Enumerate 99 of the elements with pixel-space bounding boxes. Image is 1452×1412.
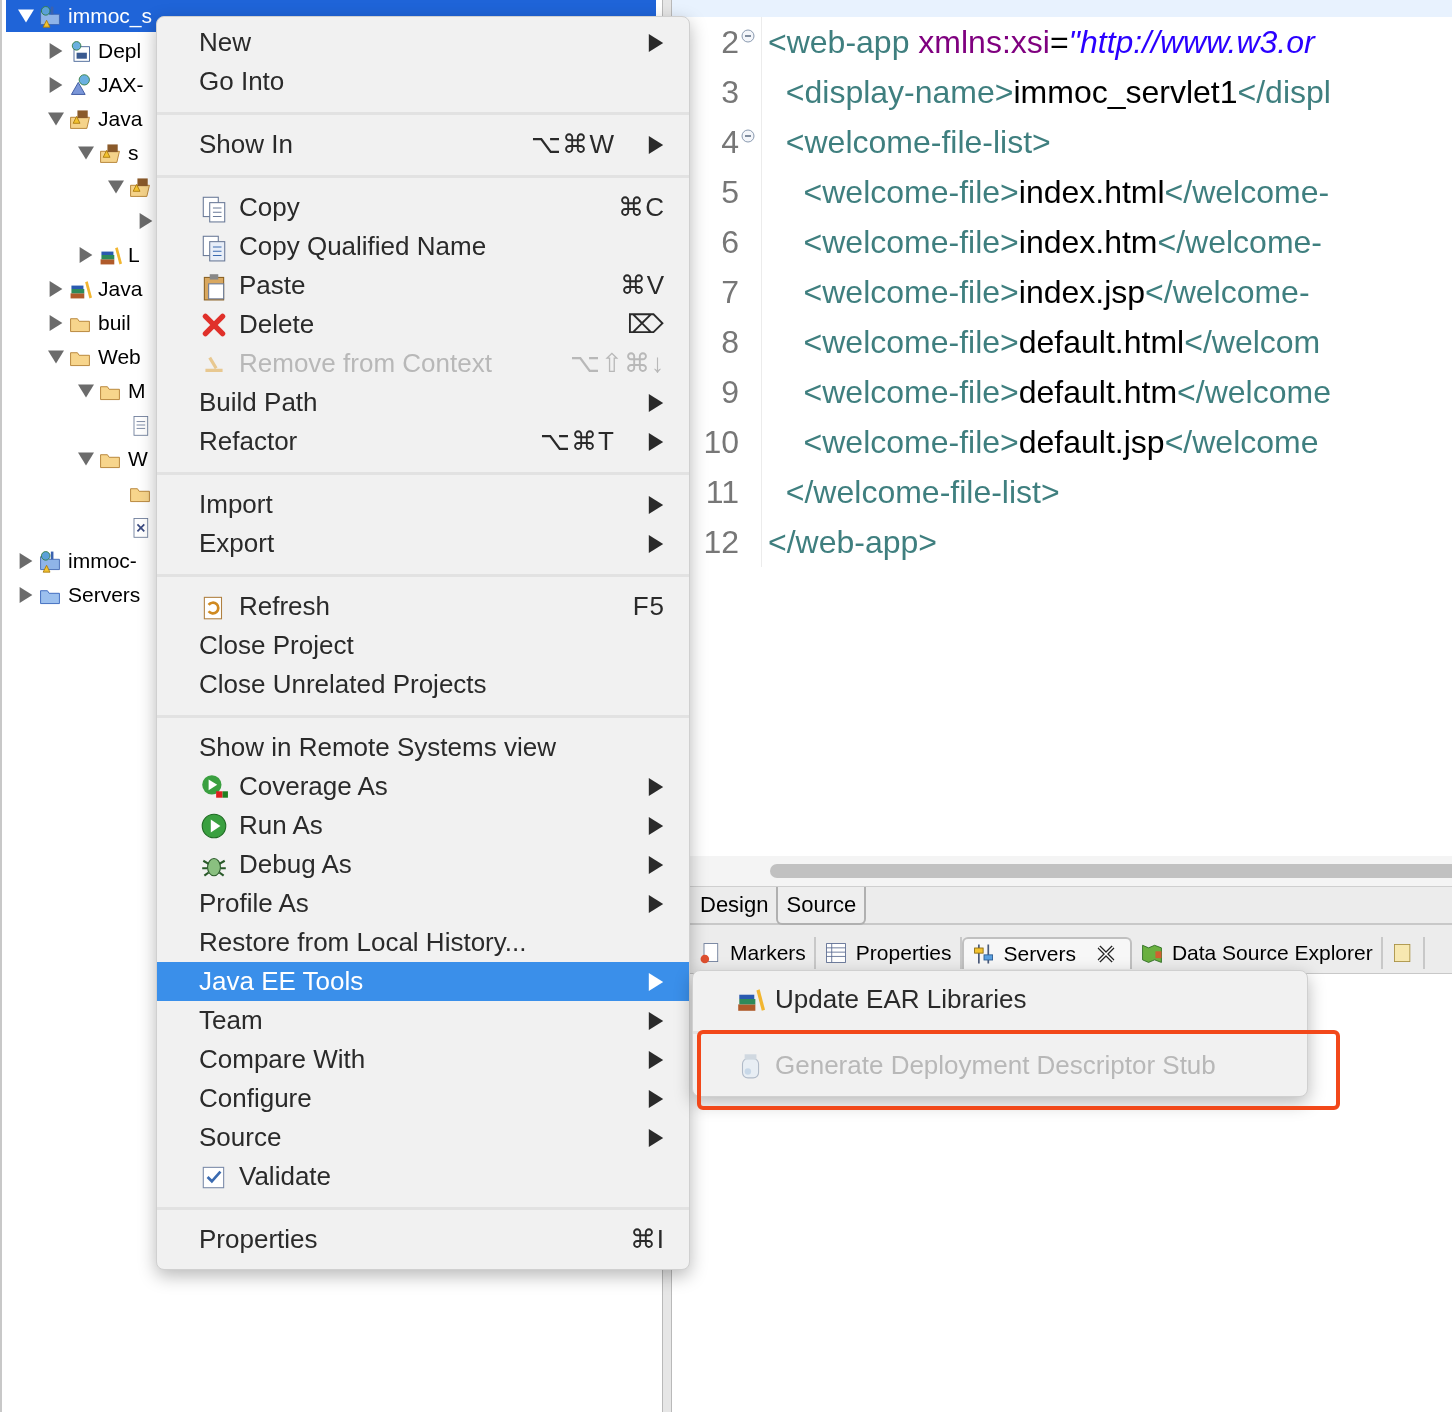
globe-folder-icon: [38, 549, 62, 573]
menu-item[interactable]: Validate: [157, 1157, 689, 1196]
line-number: 9: [721, 373, 739, 411]
editor-tab[interactable]: Source: [776, 887, 867, 925]
code-line: <welcome-file>default.jsp</welcome: [802, 423, 1319, 461]
line-number: 6: [721, 223, 739, 261]
globe-folder-icon: [38, 4, 62, 28]
line-number: 7: [721, 273, 739, 311]
disclosure-triangle-icon[interactable]: [78, 145, 94, 161]
menu-item[interactable]: Export: [157, 524, 689, 563]
menu-item[interactable]: Source: [157, 1118, 689, 1157]
shortcut-label: ⌥⌘T: [540, 426, 615, 457]
menu-item[interactable]: Show in Remote Systems view: [157, 728, 689, 767]
tree-item[interactable]: Servers: [18, 578, 141, 612]
shortcut-label: ⌘C: [618, 192, 665, 223]
disclosure-triangle-icon[interactable]: [48, 43, 64, 59]
line-number: 11: [705, 473, 739, 511]
menu-item[interactable]: Debug As: [157, 845, 689, 884]
disclosure-triangle-icon[interactable]: [48, 315, 64, 331]
disclosure-triangle-icon[interactable]: [18, 587, 34, 603]
menu-item[interactable]: New: [157, 23, 689, 62]
menu-item[interactable]: Refactor ⌥⌘T: [157, 422, 689, 461]
editor-tab[interactable]: Design: [692, 887, 777, 923]
menu-item[interactable]: Import: [157, 485, 689, 524]
code-line: </welcome-file-list>: [784, 473, 1060, 511]
code-line: <welcome-file>index.htm</welcome-: [802, 223, 1322, 261]
globe-bell-icon: [68, 73, 92, 97]
line-number: 12: [703, 523, 739, 561]
menu-item[interactable]: Copy ⌘C: [157, 188, 689, 227]
fold-icon[interactable]: [741, 29, 755, 43]
line-number: 8: [721, 323, 739, 361]
code-line: <display-name>immoc_servlet1</displ: [784, 73, 1331, 111]
menu-item[interactable]: Update EAR Libraries: [693, 977, 1307, 1021]
menu-item[interactable]: Configure: [157, 1079, 689, 1118]
disclosure-triangle-icon[interactable]: [18, 553, 34, 569]
menu-item[interactable]: Restore from Local History...: [157, 923, 689, 962]
package-folder-icon: [128, 175, 152, 199]
tree-item[interactable]: L: [78, 238, 140, 272]
disclosure-triangle-icon[interactable]: [48, 111, 64, 127]
code-line: <welcome-file-list>: [784, 123, 1051, 161]
line-number: 2: [721, 23, 739, 61]
shortcut-label: ⌦: [627, 309, 665, 340]
table-icon: [823, 941, 848, 965]
menu-item[interactable]: Run As: [157, 806, 689, 845]
code-line: </web-app>: [768, 523, 937, 561]
panel-tab[interactable]: Servers: [961, 937, 1132, 969]
shortcut-label: ⌘V: [619, 270, 665, 301]
package-folder-icon: [98, 141, 122, 165]
line-number: 10: [703, 423, 739, 461]
line-number: 5: [721, 173, 739, 211]
menu-item[interactable]: Profile As: [157, 884, 689, 923]
tree-item[interactable]: Web: [48, 340, 141, 374]
fold-icon[interactable]: [741, 129, 755, 143]
shortcut-label: ⌥⌘W: [531, 129, 615, 160]
code-line: <welcome-file>index.html</welcome-: [802, 173, 1330, 211]
menu-item[interactable]: Coverage As: [157, 767, 689, 806]
menu-item[interactable]: Paste ⌘V: [157, 266, 689, 305]
disclosure-triangle-icon[interactable]: [78, 247, 94, 263]
disclosure-triangle-icon[interactable]: [48, 281, 64, 297]
code-line: <welcome-file>default.htm</welcome: [802, 373, 1331, 411]
tree-item[interactable]: buil: [48, 306, 131, 340]
menu-item[interactable]: Close Project: [157, 626, 689, 665]
disclosure-triangle-icon[interactable]: [138, 213, 154, 229]
menu-item[interactable]: Delete ⌦: [157, 305, 689, 344]
tree-item[interactable]: immoc-: [18, 544, 137, 578]
tree-item[interactable]: Java: [48, 102, 143, 136]
menu-item[interactable]: Go Into: [157, 62, 689, 101]
shortcut-label: F5: [632, 591, 665, 622]
menu-item[interactable]: Team: [157, 1001, 689, 1040]
line-number: 3: [721, 73, 739, 111]
close-icon[interactable]: [1095, 944, 1116, 964]
line-number: 4: [721, 123, 739, 161]
tree-item[interactable]: s: [78, 136, 139, 170]
disclosure-triangle-icon[interactable]: [78, 451, 94, 467]
menu-item[interactable]: Refresh F5: [157, 587, 689, 626]
sliders-icon: [971, 942, 996, 966]
menu-item[interactable]: Properties ⌘I: [157, 1220, 689, 1259]
scrollbar-thumb[interactable]: [770, 864, 1452, 878]
tree-item[interactable]: M: [78, 374, 146, 408]
menu-item[interactable]: Copy Qualified Name: [157, 227, 689, 266]
package-folder-icon: [68, 107, 92, 131]
disclosure-triangle-icon[interactable]: [108, 179, 124, 195]
menu-item[interactable]: Show In ⌥⌘W: [157, 125, 689, 164]
disclosure-triangle-icon[interactable]: [48, 77, 64, 93]
tree-item[interactable]: Java: [48, 272, 143, 306]
shortcut-label: ⌥⇧⌘↓: [570, 348, 665, 379]
disclosure-triangle-icon[interactable]: [78, 383, 94, 399]
tree-item[interactable]: W: [78, 442, 148, 476]
code-line: <web-app xmlns:xsi="http://www.w3.or: [768, 23, 1315, 61]
menu-item[interactable]: Compare With: [157, 1040, 689, 1079]
disclosure-triangle-icon[interactable]: [18, 8, 34, 24]
menu-item[interactable]: Build Path: [157, 383, 689, 422]
code-line: <welcome-file>default.html</welcom: [802, 323, 1321, 361]
tree-item[interactable]: Depl: [48, 34, 142, 68]
tree-item[interactable]: JAX-: [48, 68, 144, 102]
menu-item[interactable]: Close Unrelated Projects: [157, 665, 689, 704]
disclosure-triangle-icon[interactable]: [48, 349, 64, 365]
code-line: <welcome-file>index.jsp</welcome-: [802, 273, 1310, 311]
shortcut-label: ⌘I: [629, 1224, 665, 1255]
